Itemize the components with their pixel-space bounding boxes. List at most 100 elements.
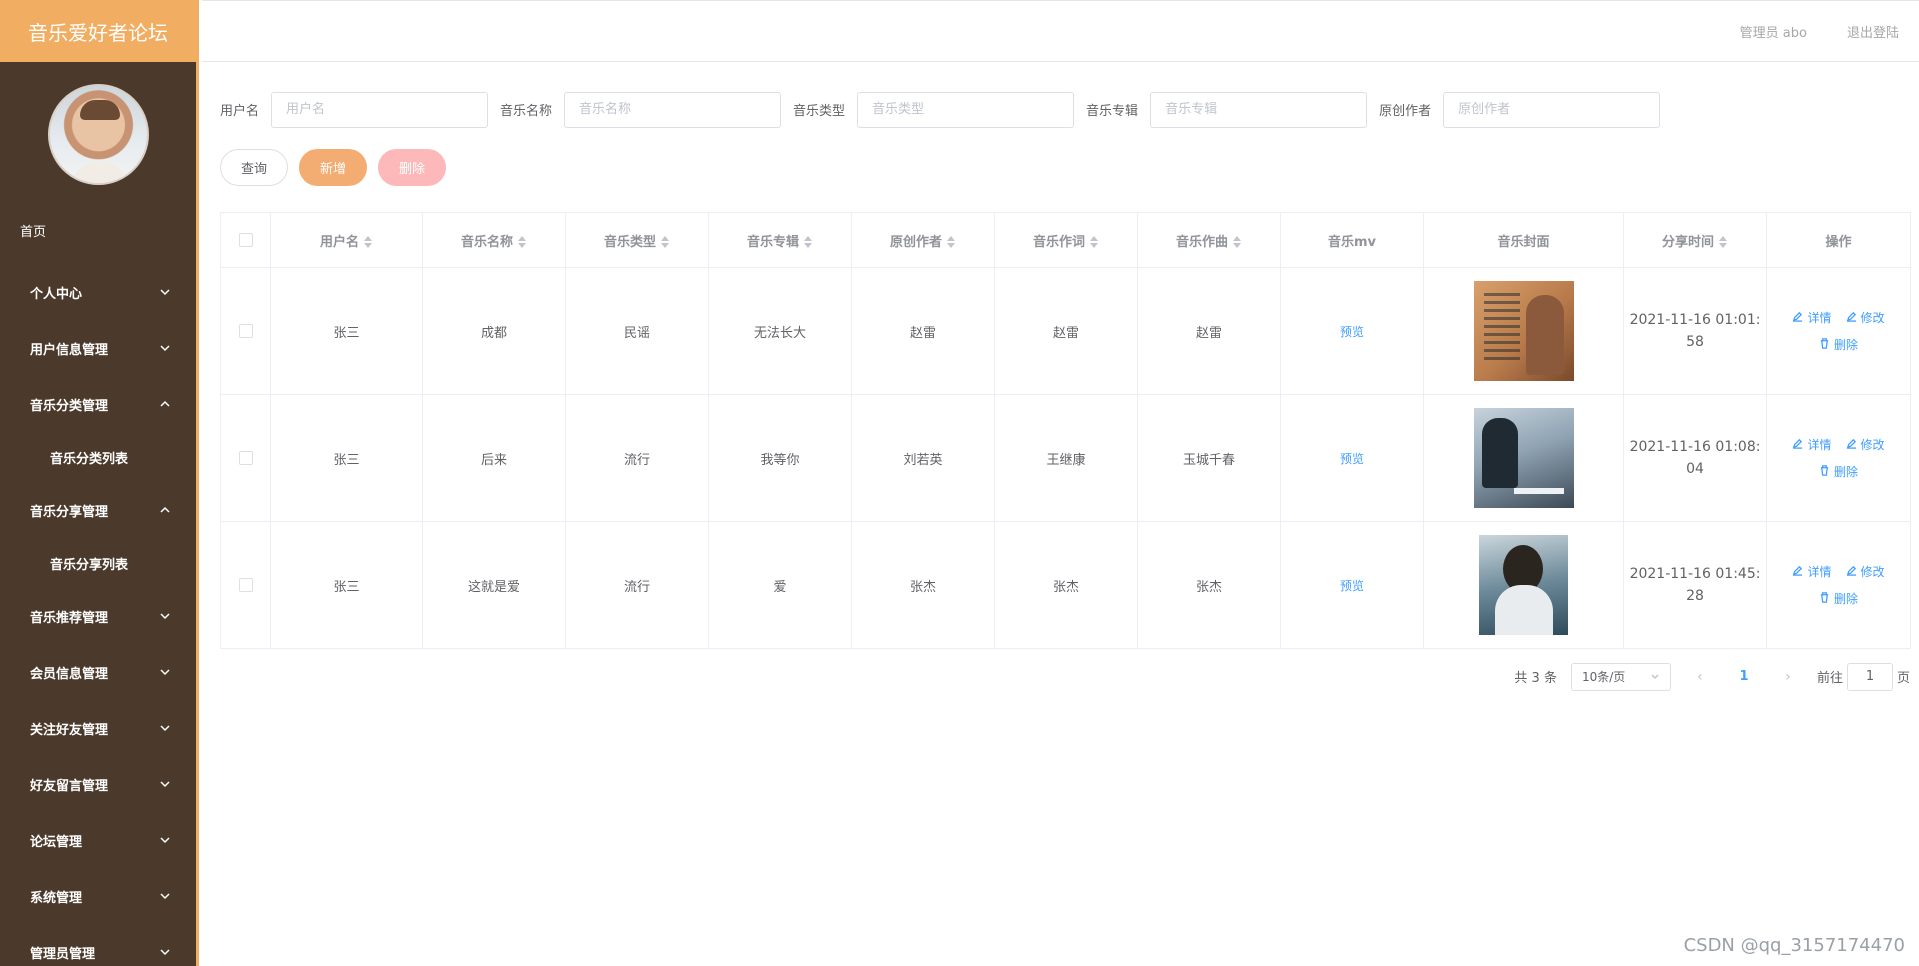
cell-author: 张杰 [851, 521, 995, 649]
avatar[interactable] [47, 83, 149, 185]
row-delete-button[interactable]: 删除 [1819, 336, 1858, 353]
cell-album: 爱 [708, 521, 852, 649]
sidebar-item-friend-messages[interactable]: 好友留言管理 [0, 756, 196, 812]
row-checkbox[interactable] [238, 451, 253, 465]
sidebar-item-music-recommend[interactable]: 音乐推荐管理 [0, 588, 196, 644]
prev-page-icon[interactable]: ‹ [1685, 669, 1715, 685]
page-size-select[interactable]: 10条/页 [1570, 662, 1671, 691]
edit-button[interactable]: 修改 [1846, 563, 1885, 580]
edit-button[interactable]: 修改 [1846, 309, 1885, 326]
delete-button[interactable]: 删除 [378, 148, 447, 186]
music-cover-image[interactable] [1473, 281, 1574, 381]
header-username[interactable]: 用户名 [270, 212, 423, 268]
header-lyricist[interactable]: 音乐作词 [994, 212, 1138, 268]
chevron-down-icon [158, 341, 172, 355]
music-cover-image[interactable] [1473, 408, 1574, 508]
page-number-current[interactable]: 1 [1729, 669, 1759, 684]
sort-icon[interactable] [946, 236, 956, 248]
header-music-type[interactable]: 音乐类型 [565, 212, 709, 268]
row-checkbox[interactable] [238, 578, 253, 592]
cell-lyricist: 王继康 [994, 394, 1138, 522]
cell-username: 张三 [270, 521, 423, 649]
header-composer[interactable]: 音乐作曲 [1137, 212, 1281, 268]
trash-icon [1819, 591, 1830, 606]
cell-lyricist: 赵雷 [994, 267, 1138, 395]
cell-album: 无法长大 [708, 267, 852, 395]
username-input[interactable] [271, 91, 489, 128]
cell-composer: 玉城千春 [1137, 394, 1281, 522]
sidebar-subitem-label: 音乐分享列表 [50, 557, 129, 573]
author-input[interactable] [1443, 91, 1661, 128]
sort-icon[interactable] [803, 236, 813, 248]
sidebar-item-label: 会员信息管理 [30, 666, 109, 682]
query-button[interactable]: 查询 [220, 148, 289, 186]
table-row: 张三 后来 流行 我等你 刘若英 王继康 玉城千春 预览 2021-11-16 … [220, 394, 1911, 522]
music-type-input[interactable] [857, 91, 1075, 128]
mv-preview-link[interactable]: 预览 [1340, 452, 1364, 466]
detail-button[interactable]: 详情 [1792, 436, 1832, 453]
header-share-time[interactable]: 分享时间 [1623, 212, 1767, 268]
cell-cover [1423, 267, 1624, 395]
sort-icon[interactable] [660, 236, 670, 248]
cell-composer: 赵雷 [1137, 267, 1281, 395]
cell-music-name: 这就是爱 [422, 521, 566, 649]
sidebar-item-user-info[interactable]: 用户信息管理 [0, 320, 196, 376]
sidebar-item-forum[interactable]: 论坛管理 [0, 812, 196, 868]
sidebar-item-label: 论坛管理 [30, 834, 83, 850]
edit-button[interactable]: 修改 [1846, 436, 1885, 453]
app-title: 音乐爱好者论坛 [0, 0, 196, 62]
goto-page-input[interactable] [1846, 662, 1893, 691]
sort-icon[interactable] [1089, 236, 1099, 248]
cell-music-type: 民谣 [565, 267, 709, 395]
share-time-line1: 2021-11-16 01:45: [1629, 566, 1761, 582]
cell-author: 赵雷 [851, 267, 995, 395]
edit-pen-icon [1846, 438, 1857, 452]
sidebar-item-system[interactable]: 系统管理 [0, 868, 196, 924]
row-checkbox[interactable] [238, 324, 253, 338]
chevron-down-icon [158, 721, 172, 735]
music-name-label: 音乐名称 [500, 104, 553, 119]
sidebar-item-follow-friends[interactable]: 关注好友管理 [0, 700, 196, 756]
next-page-icon[interactable]: › [1773, 669, 1803, 685]
music-cover-image[interactable] [1479, 535, 1568, 635]
sidebar-item-music-category[interactable]: 音乐分类管理 [0, 376, 196, 432]
sidebar-subitem-music-category-list[interactable]: 音乐分类列表 [0, 432, 196, 482]
header-album[interactable]: 音乐专辑 [708, 212, 852, 268]
sidebar-item-music-share[interactable]: 音乐分享管理 [0, 482, 196, 538]
header-cover: 音乐封面 [1423, 212, 1624, 268]
music-type-label: 音乐类型 [793, 104, 846, 119]
music-name-input[interactable] [564, 91, 782, 128]
row-delete-button[interactable]: 删除 [1819, 590, 1858, 607]
sidebar-item-label: 好友留言管理 [30, 778, 109, 794]
sidebar-item-admin[interactable]: 管理员管理 [0, 924, 196, 966]
sidebar-item-home[interactable]: 首页 [0, 206, 196, 254]
goto-suffix: 页 [1896, 671, 1910, 686]
album-input[interactable] [1150, 91, 1368, 128]
sidebar-item-personal-center[interactable]: 个人中心 [0, 264, 196, 320]
logout-link[interactable]: 退出登陆 [1847, 22, 1899, 41]
sort-icon[interactable] [363, 236, 373, 248]
sort-icon[interactable] [517, 236, 527, 248]
action-buttons: 查询 新增 删除 [220, 137, 1910, 197]
sidebar-item-member-info[interactable]: 会员信息管理 [0, 644, 196, 700]
add-button[interactable]: 新增 [299, 148, 368, 186]
cell-username: 张三 [270, 267, 423, 395]
row-delete-button[interactable]: 删除 [1819, 463, 1858, 480]
mv-preview-link[interactable]: 预览 [1340, 325, 1364, 339]
top-header: 管理员 abo 退出登陆 [202, 0, 1919, 62]
header-music-name[interactable]: 音乐名称 [422, 212, 566, 268]
trash-icon [1819, 337, 1830, 352]
total-count: 共 3 条 [1514, 671, 1557, 686]
mv-preview-link[interactable]: 预览 [1340, 579, 1364, 593]
sort-icon[interactable] [1718, 236, 1728, 248]
sidebar: 音乐爱好者论坛 首页 个人中心 用户信息管理 音乐分类管理 音乐分类列表 音乐分… [0, 0, 199, 966]
detail-button[interactable]: 详情 [1792, 309, 1832, 326]
select-all-checkbox[interactable] [238, 233, 253, 247]
detail-button[interactable]: 详情 [1792, 563, 1832, 580]
header-author[interactable]: 原创作者 [851, 212, 995, 268]
cell-operations: 详情 修改 删除 [1766, 267, 1911, 395]
sidebar-subitem-music-share-list[interactable]: 音乐分享列表 [0, 538, 196, 588]
sidebar-item-label: 管理员管理 [30, 946, 96, 962]
sort-icon[interactable] [1232, 236, 1242, 248]
sidebar-item-label: 音乐分类管理 [30, 398, 109, 414]
